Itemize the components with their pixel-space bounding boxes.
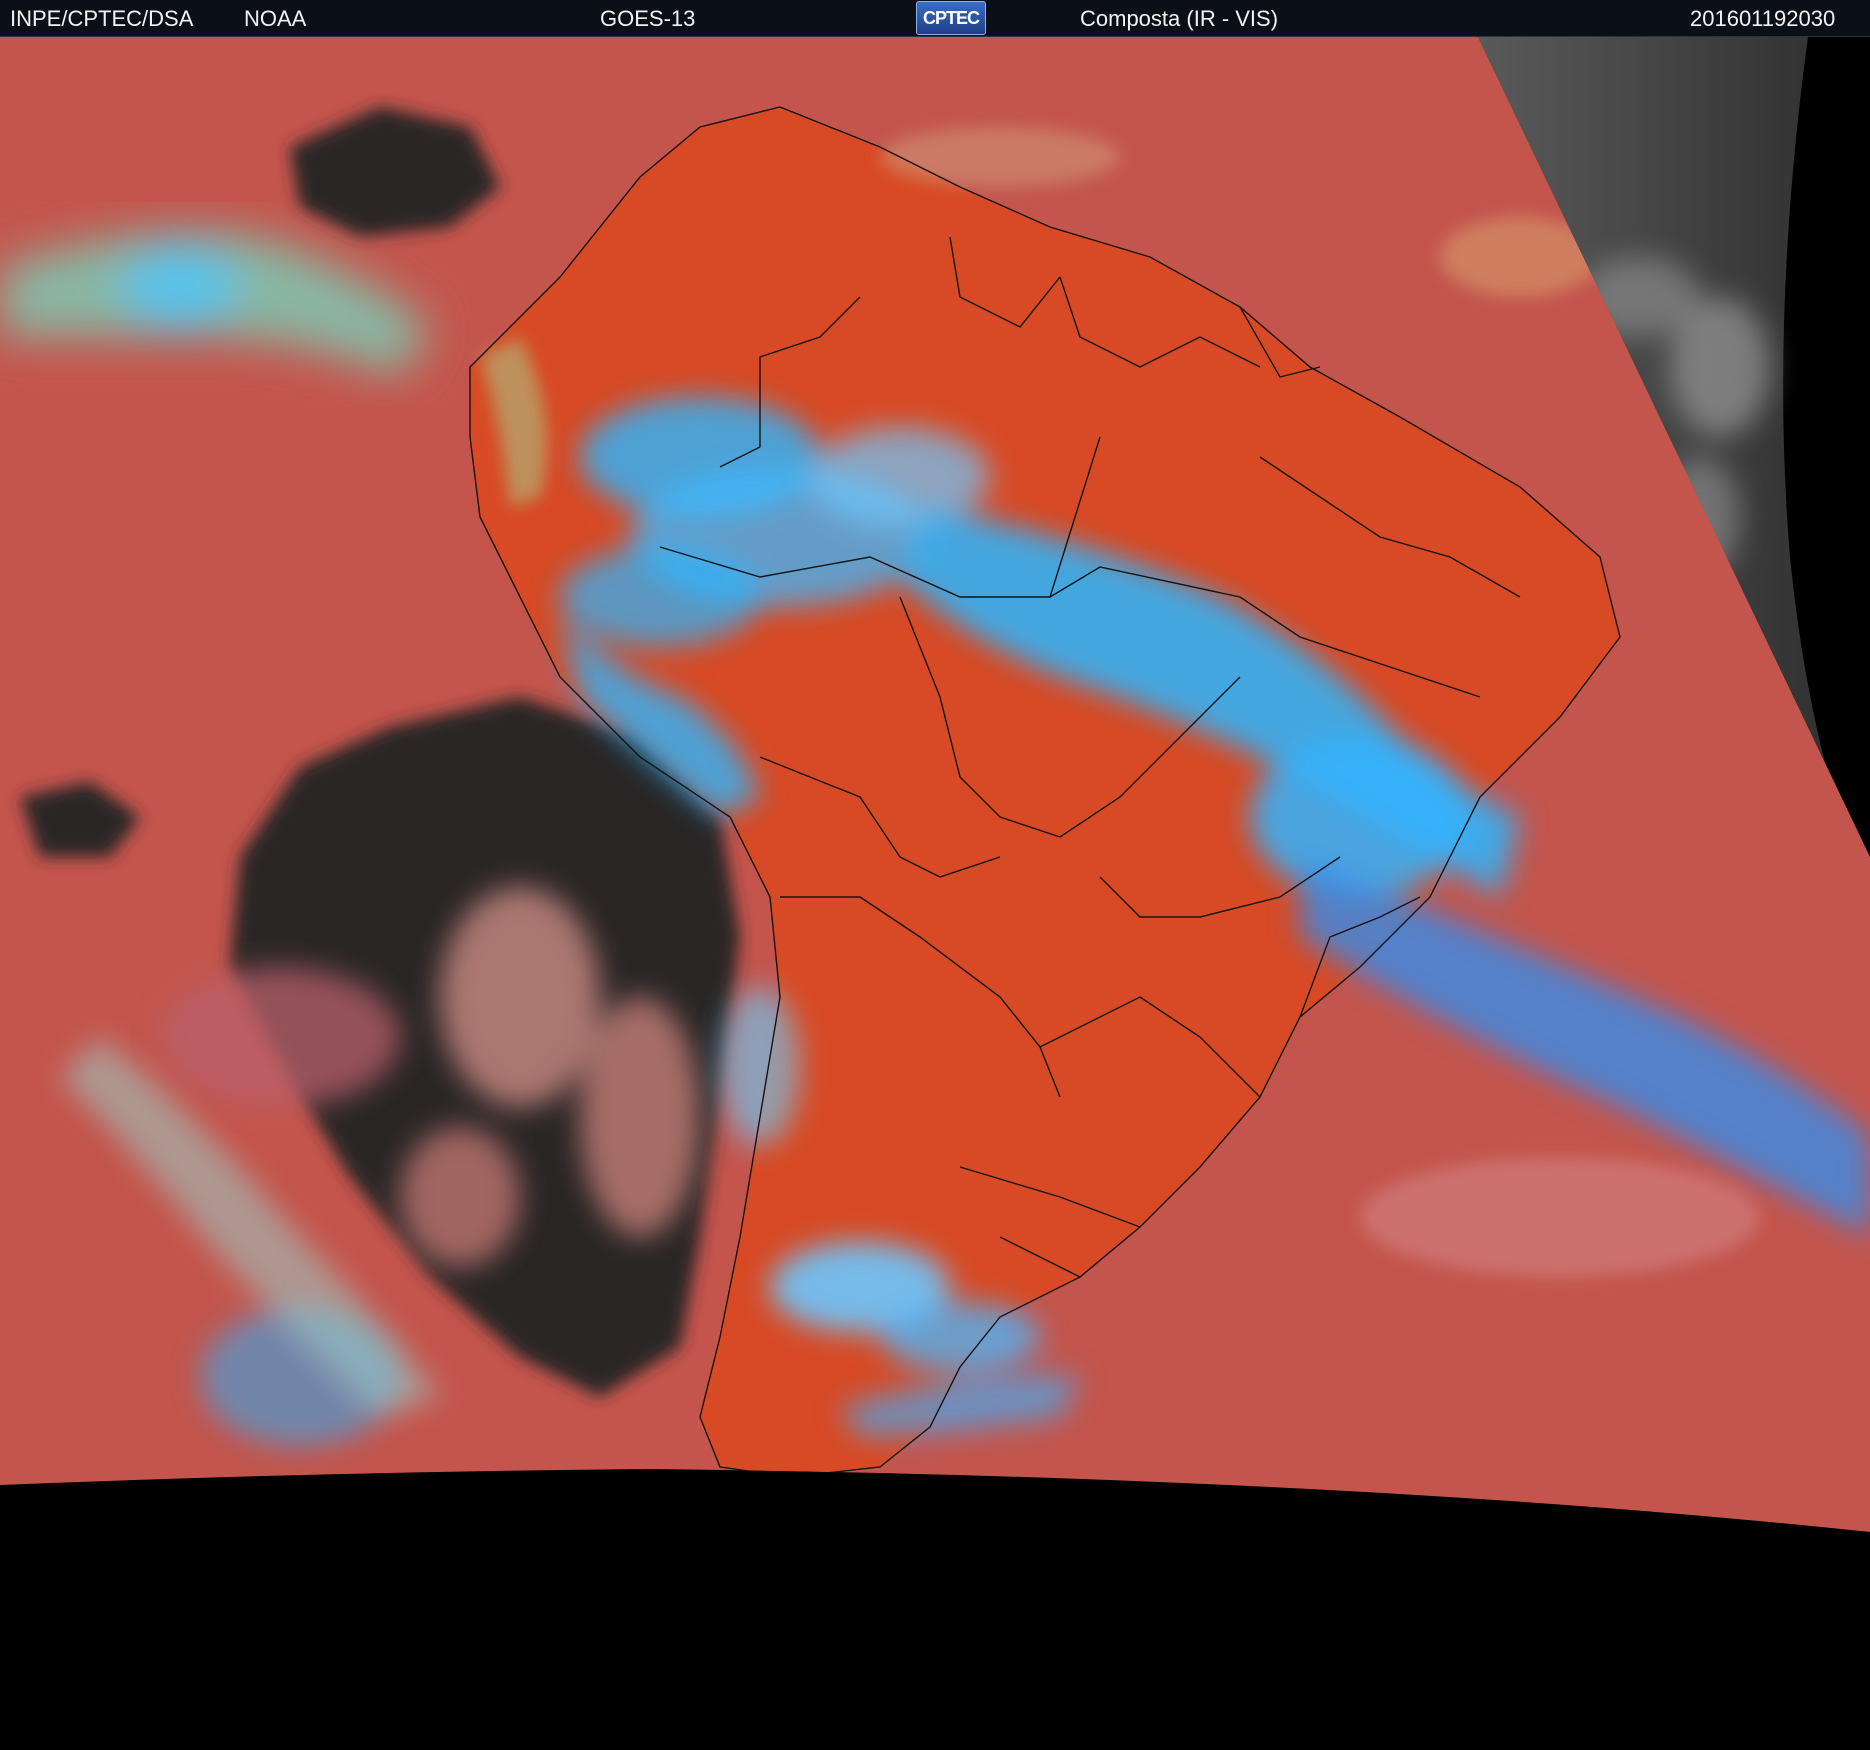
- satellite-composite-image: [0, 37, 1870, 1750]
- product-label: Composta (IR - VIS): [1080, 6, 1279, 31]
- agency-label: INPE/CPTEC/DSA: [10, 6, 194, 31]
- cptec-logo: CPTEC: [916, 1, 986, 35]
- satellite-label: GOES-13: [600, 6, 696, 31]
- satellite-map: [0, 37, 1870, 1750]
- timestamp-label: 201601192030: [1690, 6, 1836, 31]
- source-label: NOAA: [244, 6, 307, 31]
- header-bar: INPE/CPTEC/DSA NOAA GOES-13 CPTEC Compos…: [0, 0, 1870, 37]
